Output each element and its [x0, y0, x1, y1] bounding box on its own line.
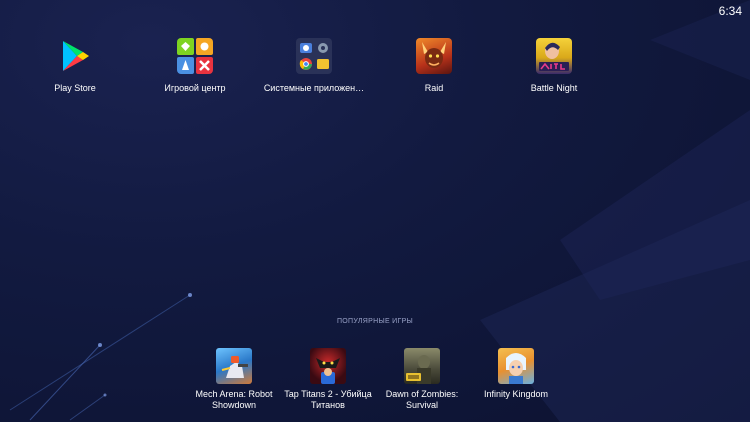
game-mech-arena[interactable]: Mech Arena: Robot Showdown [184, 348, 284, 411]
game-label: Dawn of Zombies: Survival [385, 389, 459, 410]
game-label: Infinity Kingdom [483, 389, 549, 399]
system-apps-folder-icon [296, 38, 332, 74]
app-raid[interactable]: Raid [374, 38, 494, 94]
app-play-store[interactable]: Play Store [15, 38, 135, 94]
app-battle-night[interactable]: Battle Night [494, 38, 614, 94]
dawn-of-zombies-icon [404, 348, 440, 384]
mech-arena-icon [216, 348, 252, 384]
app-game-center[interactable]: Игровой центр [135, 38, 255, 94]
app-label: Игровой центр [164, 83, 226, 93]
status-clock: 6:34 [718, 4, 742, 18]
app-label: Системные приложен… [263, 83, 365, 93]
tap-titans-icon [310, 348, 346, 384]
game-center-icon [177, 38, 213, 74]
app-label: Raid [424, 83, 444, 93]
battle-night-icon [536, 38, 572, 74]
game-infinity-kingdom[interactable]: Infinity Kingdom [466, 348, 566, 400]
app-system-apps-folder[interactable]: Системные приложен… [254, 38, 374, 94]
play-store-icon [57, 38, 93, 74]
raid-icon [416, 38, 452, 74]
game-label: Tap Titans 2 - Убийца Титанов [284, 389, 372, 410]
app-label: Battle Night [530, 83, 578, 93]
popular-games-title: ПОПУЛЯРНЫЕ ИГРЫ [336, 318, 414, 325]
app-label: Play Store [54, 83, 96, 93]
infinity-kingdom-icon [498, 348, 534, 384]
game-tap-titans[interactable]: Tap Titans 2 - Убийца Титанов [278, 348, 378, 411]
game-label: Mech Arena: Robot Showdown [195, 389, 273, 410]
game-dawn-of-zombies[interactable]: Dawn of Zombies: Survival [372, 348, 472, 411]
